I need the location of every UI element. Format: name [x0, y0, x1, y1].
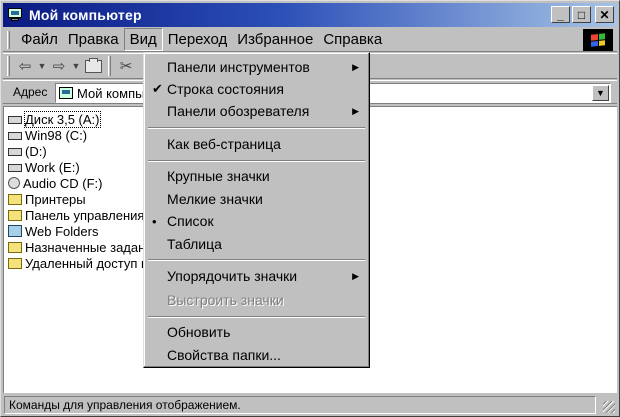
- back-dropdown-icon[interactable]: ▼: [36, 56, 48, 76]
- toolbar-grip[interactable]: [7, 56, 10, 76]
- minimize-button[interactable]: _: [551, 6, 570, 23]
- status-bar: Команды для управления отображением.: [3, 395, 617, 415]
- menu-separator: [148, 316, 365, 318]
- menu-item-as-web-page[interactable]: Как веб-страница: [146, 133, 367, 155]
- menu-bar: Файл Правка Вид Переход Избранное Справк…: [3, 28, 617, 52]
- printers-folder-icon: [8, 193, 22, 205]
- menu-grip[interactable]: [7, 30, 10, 49]
- menu-item-toolbars[interactable]: Панели инструментов ▶: [146, 56, 367, 78]
- menu-file[interactable]: Файл: [16, 29, 63, 50]
- menu-item-refresh[interactable]: Обновить: [146, 321, 367, 343]
- up-folder-icon[interactable]: [82, 57, 104, 75]
- menu-separator: [148, 160, 365, 162]
- radio-bullet-icon: •: [152, 213, 157, 229]
- maximize-button[interactable]: □: [572, 6, 591, 23]
- my-computer-icon: [7, 8, 23, 22]
- menu-favorites[interactable]: Избранное: [232, 29, 318, 50]
- status-text: Команды для управления отображением.: [4, 396, 596, 414]
- explorer-window: Мой компьютер _ □ ✕ Файл Правка Вид Пере…: [0, 0, 620, 417]
- menu-item-arrange-icons[interactable]: Упорядочить значки ▶: [146, 265, 367, 287]
- forward-arrow-icon[interactable]: ⇨: [48, 56, 70, 76]
- address-label: Адрес: [13, 85, 48, 99]
- hard-drive-icon: [8, 148, 22, 156]
- checkmark-icon: ✔: [152, 81, 163, 96]
- submenu-arrow-icon: ▶: [352, 105, 359, 116]
- menu-item-status-bar[interactable]: ✔ Строка состояния: [146, 78, 367, 100]
- menu-separator: [148, 127, 365, 129]
- close-button[interactable]: ✕: [595, 6, 614, 23]
- dial-up-folder-icon: [8, 257, 22, 269]
- cut-icon[interactable]: ✂: [115, 56, 137, 76]
- windows-logo-icon: [583, 29, 613, 51]
- scheduled-tasks-folder-icon: [8, 241, 22, 253]
- back-arrow-icon[interactable]: ⇦: [14, 56, 36, 76]
- menu-edit[interactable]: Правка: [63, 29, 124, 50]
- menu-help[interactable]: Справка: [318, 29, 387, 50]
- menu-item-small-icons[interactable]: Мелкие значки: [146, 188, 367, 210]
- menu-item-details[interactable]: Таблица: [146, 233, 367, 255]
- menu-item-line-up-icons: Выстроить значки: [167, 292, 284, 308]
- cd-drive-icon: [8, 177, 20, 189]
- menu-item-explorer-bar[interactable]: Панели обозревателя ▶: [146, 100, 367, 122]
- menu-go[interactable]: Переход: [163, 29, 233, 50]
- forward-dropdown-icon[interactable]: ▼: [70, 56, 82, 76]
- my-computer-small-icon: [59, 87, 73, 99]
- control-panel-folder-icon: [8, 209, 22, 221]
- window-title: Мой компьютер: [29, 7, 142, 23]
- menu-item-folder-options[interactable]: Свойства папки...: [146, 344, 367, 366]
- title-bar[interactable]: Мой компьютер _ □ ✕: [3, 3, 617, 27]
- hard-drive-icon: [8, 164, 22, 172]
- menu-view[interactable]: Вид: [123, 28, 163, 51]
- menu-item-large-icons[interactable]: Крупные значки: [146, 165, 367, 187]
- toolbar-separator: [108, 56, 111, 76]
- submenu-arrow-icon: ▶: [352, 270, 359, 281]
- menu-item-list[interactable]: • Список: [146, 210, 367, 232]
- web-folders-icon: [8, 225, 22, 237]
- resize-grip-icon[interactable]: [603, 401, 615, 413]
- hard-drive-icon: [8, 132, 22, 140]
- floppy-drive-icon: [8, 116, 22, 124]
- submenu-arrow-icon: ▶: [352, 61, 359, 72]
- menu-separator: [148, 259, 365, 261]
- title-buttons: _ □ ✕: [551, 6, 614, 23]
- view-menu-dropdown: Панели инструментов ▶ ✔ Строка состояния П…: [143, 52, 370, 368]
- address-dropdown-button[interactable]: ▼: [592, 85, 609, 101]
